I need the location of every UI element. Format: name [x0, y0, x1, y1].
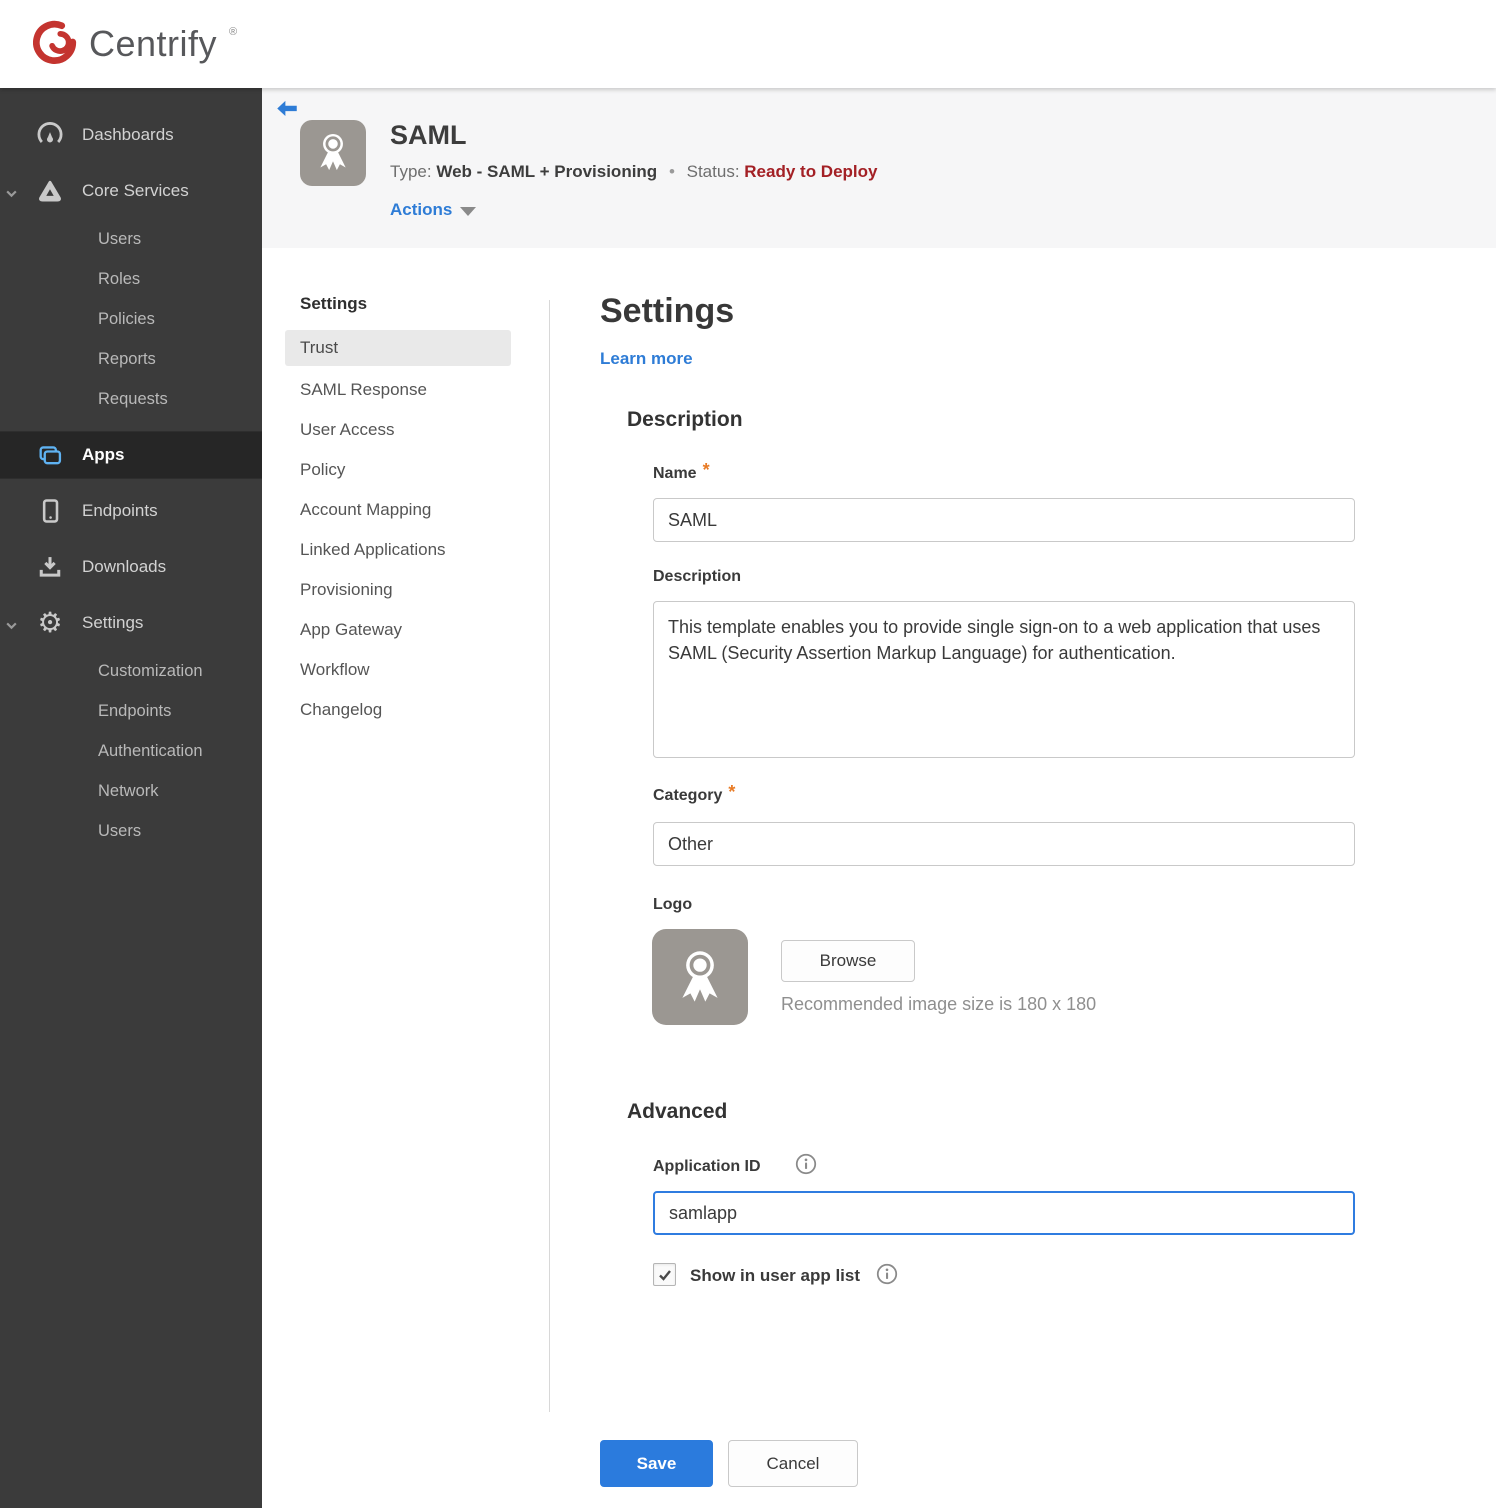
required-asterisk: *	[728, 782, 736, 802]
checkmark-icon	[658, 1269, 671, 1281]
centrify-logo: Centrify ®	[33, 19, 238, 70]
settings-submenu: Customization Endpoints Authentication N…	[0, 651, 262, 851]
description-section-heading: Description	[627, 408, 743, 431]
subnav-item-user-access[interactable]: User Access	[285, 410, 511, 450]
ribbon-badge-icon	[310, 128, 356, 179]
save-button[interactable]: Save	[600, 1440, 713, 1487]
sidebar-item-roles[interactable]: Roles	[0, 259, 262, 299]
app-header: SAML Type: Web - SAML + Provisioning • S…	[262, 88, 1496, 248]
sidebar-item-endpoints[interactable]: Endpoints	[0, 491, 262, 531]
browse-button[interactable]: Browse	[781, 940, 915, 982]
sidebar-item-core-services[interactable]: Core Services	[0, 171, 262, 211]
info-icon[interactable]	[876, 1263, 898, 1285]
info-icon[interactable]	[795, 1153, 817, 1175]
ribbon-badge-icon	[668, 943, 732, 1012]
subnav-item-app-gateway[interactable]: App Gateway	[285, 610, 511, 650]
sidebar-item-reports[interactable]: Reports	[0, 339, 262, 379]
application-id-label: Application ID	[653, 1158, 761, 1175]
sidebar-item-endpoints-settings[interactable]: Endpoints	[0, 691, 262, 731]
sidebar-item-apps[interactable]: Apps	[0, 431, 262, 479]
sidebar-nav: Dashboards Core Services Users Roles Pol…	[0, 88, 262, 1508]
subnav-item-workflow[interactable]: Workflow	[285, 650, 511, 690]
learn-more-link[interactable]: Learn more	[600, 349, 693, 369]
logo-label: Logo	[653, 896, 693, 913]
category-field[interactable]	[653, 822, 1355, 866]
content-divider	[549, 300, 550, 1412]
top-bar: Centrify ®	[0, 0, 1496, 88]
gear-icon: ⚙	[37, 607, 63, 638]
name-field[interactable]	[653, 498, 1355, 542]
logo-preview-tile	[652, 929, 748, 1025]
sidebar-item-authentication[interactable]: Authentication	[0, 731, 262, 771]
core-services-icon	[35, 176, 65, 206]
subnav-list: Trust SAML Response User Access Policy A…	[285, 330, 511, 730]
description-label: Description	[653, 568, 742, 585]
subnav-item-saml-response[interactable]: SAML Response	[285, 370, 511, 410]
page-title: SAML	[390, 120, 467, 150]
caret-down-icon	[460, 206, 477, 216]
sidebar-item-network[interactable]: Network	[0, 771, 262, 811]
logo-size-hint: Recommended image size is 180 x 180	[781, 994, 1097, 1014]
app-logo-tile	[300, 120, 366, 186]
cancel-button[interactable]: Cancel	[728, 1440, 858, 1487]
sidebar-item-settings[interactable]: ⚙ Settings	[0, 603, 262, 643]
brand-name: Centrify	[89, 23, 218, 64]
brand-trademark: ®	[229, 26, 238, 38]
sidebar-item-requests[interactable]: Requests	[0, 379, 262, 419]
show-in-user-app-list-label: Show in user app list	[690, 1266, 861, 1285]
show-in-user-app-list-checkbox[interactable]	[653, 1263, 676, 1286]
sidebar-item-users-settings[interactable]: Users	[0, 811, 262, 851]
sidebar-item-users[interactable]: Users	[0, 219, 262, 259]
subnav-item-account-mapping[interactable]: Account Mapping	[285, 490, 511, 530]
back-arrow-icon[interactable]	[274, 96, 300, 122]
status-badge: Ready to Deploy	[744, 162, 878, 181]
actions-menu-button[interactable]: Actions	[390, 200, 477, 220]
download-icon	[35, 552, 65, 582]
sidebar-item-customization[interactable]: Customization	[0, 651, 262, 691]
device-icon	[35, 496, 65, 526]
chevron-down-icon[interactable]	[5, 185, 18, 205]
subnav-item-linked-applications[interactable]: Linked Applications	[285, 530, 511, 570]
status-label: Status:	[686, 162, 740, 181]
description-field[interactable]: This template enables you to provide sin…	[653, 601, 1355, 758]
subnav-item-trust[interactable]: Trust	[285, 330, 511, 366]
chevron-down-icon[interactable]	[5, 617, 18, 637]
sidebar-item-downloads[interactable]: Downloads	[0, 547, 262, 587]
category-label: Category *	[653, 782, 736, 804]
sidebar-item-policies[interactable]: Policies	[0, 299, 262, 339]
subnav-item-changelog[interactable]: Changelog	[285, 690, 511, 730]
core-services-submenu: Users Roles Policies Reports Requests	[0, 219, 262, 419]
type-value: Web - SAML + Provisioning	[436, 162, 658, 181]
subnav-header: Settings	[300, 294, 368, 313]
subnav-item-provisioning[interactable]: Provisioning	[285, 570, 511, 610]
app-meta-line: Type: Web - SAML + Provisioning • Status…	[390, 162, 877, 182]
type-label: Type:	[390, 162, 432, 181]
advanced-section-heading: Advanced	[627, 1100, 728, 1123]
centrify-swirl-icon	[33, 19, 79, 70]
required-asterisk: *	[702, 460, 710, 480]
application-id-field[interactable]	[653, 1191, 1355, 1235]
settings-heading: Settings	[600, 292, 735, 330]
apps-icon	[35, 440, 65, 470]
gauge-icon	[35, 120, 65, 150]
subnav-item-policy[interactable]: Policy	[285, 450, 511, 490]
sidebar-item-dashboards[interactable]: Dashboards	[0, 115, 262, 155]
name-label: Name *	[653, 460, 710, 482]
meta-separator: •	[668, 162, 675, 181]
